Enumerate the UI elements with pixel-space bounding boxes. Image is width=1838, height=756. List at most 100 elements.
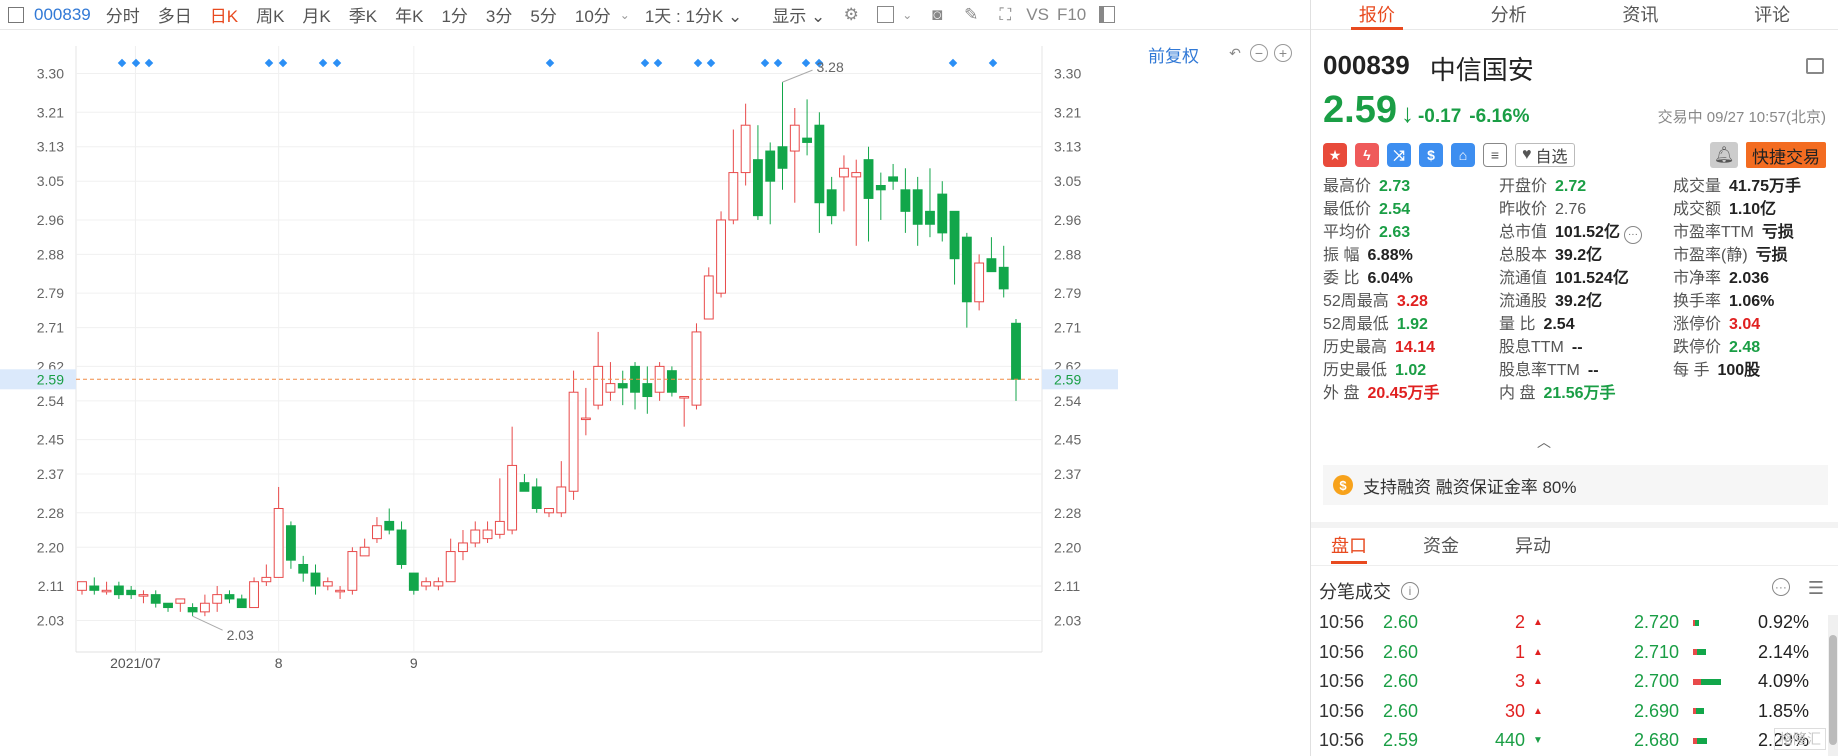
tag-icon[interactable]: ⌂ <box>1451 143 1475 167</box>
up-triangle-icon: ▲ <box>1533 705 1543 717</box>
stat-label: 开盘价 <box>1499 178 1548 195</box>
document-icon[interactable]: ≡ <box>1483 143 1507 167</box>
shuffle-icon[interactable]: ⤨ <box>1387 143 1411 167</box>
tab-orderbook[interactable]: 盘口 <box>1331 532 1367 564</box>
chevron-down-icon[interactable]: ⌄ <box>902 8 912 22</box>
chevron-down-icon[interactable]: ⌄ <box>620 8 630 22</box>
candle-body <box>384 520 395 531</box>
period-tab[interactable]: 分时 <box>97 2 149 27</box>
candle-body <box>789 124 800 152</box>
panel-tabs: 报价 分析 资讯 评论 <box>1311 0 1838 30</box>
checkbox-icon[interactable] <box>874 4 896 26</box>
period-tab[interactable]: 月K <box>293 2 339 27</box>
candle-body <box>519 482 530 492</box>
period-tab[interactable]: 季K <box>340 2 386 27</box>
tick-volume: 3 <box>1514 671 1525 692</box>
stat-item: 流通股 39.2亿 <box>1499 293 1673 311</box>
vs-button[interactable]: VS <box>1022 5 1053 25</box>
period-tab[interactable]: 年K <box>386 2 432 27</box>
more-icon[interactable]: ··· <box>1623 226 1642 244</box>
tick-row: 10:56 2.60 30 ▲ 2.690 1.85% <box>1311 697 1838 727</box>
tab-news[interactable]: 资讯 <box>1575 0 1707 29</box>
info-icon[interactable]: i <box>1401 582 1419 600</box>
ticks-list: 10:56 2.60 2 ▲ 2.720 0.92% 10:56 2.60 1 ▲ 2.710 2.1… <box>1311 608 1838 756</box>
event-marker-icon <box>332 58 342 68</box>
display-menu[interactable]: 显示 ⌄ <box>763 2 834 27</box>
candle-body <box>605 383 616 393</box>
tab-comments[interactable]: 评论 <box>1706 0 1838 29</box>
camera-icon[interactable]: ◙ <box>926 4 948 26</box>
candle-body <box>925 210 935 225</box>
stat-item: 振 幅 6.88% <box>1323 247 1499 265</box>
stat-label: 内 盘 <box>1499 385 1536 402</box>
period-tab[interactable]: 5分 <box>521 2 565 27</box>
sidebar-toggle-icon[interactable] <box>8 6 24 23</box>
event-marker-icon <box>264 58 274 68</box>
zoom-in-icon[interactable]: + <box>1274 44 1292 62</box>
list-icon[interactable]: ☰ <box>1808 578 1824 599</box>
more-icon[interactable]: ··· <box>1771 578 1790 596</box>
zoom-out-icon[interactable]: − <box>1250 44 1268 62</box>
stat-value: 2.48 <box>1729 339 1761 356</box>
max-price-label: 3.28 <box>817 59 844 75</box>
event-marker-icon <box>144 58 154 68</box>
panel-toggle-icon[interactable] <box>1096 4 1118 26</box>
stat-label: 总股本 <box>1499 247 1548 264</box>
china-flag-icon: ★ <box>1323 143 1347 167</box>
period-tabs: 分时 多日 日K 周K 月K 季K 年K 1分 3分 5分 10分 <box>97 2 620 27</box>
candle-body <box>273 507 284 578</box>
tab-analysis[interactable]: 分析 <box>1443 0 1575 29</box>
period-tab[interactable]: 3分 <box>477 2 521 27</box>
event-marker-icon <box>653 58 663 68</box>
period-tab[interactable]: 周K <box>247 2 293 27</box>
undo-icon[interactable]: ↶ <box>1226 44 1244 62</box>
pencil-icon[interactable]: ✎ <box>960 4 982 26</box>
event-marker-icon <box>278 58 288 68</box>
y-tick-label-right: 3.05 <box>1054 173 1081 189</box>
tab-quote[interactable]: 报价 <box>1311 0 1443 30</box>
stat-value: 2.54 <box>1379 201 1411 218</box>
ticks-header: 分笔成交 i <box>1319 578 1419 604</box>
kline-chart[interactable]: 2.03 2.03 2.11 2.11 2.20 2.20 2.28 2.28 2.37 2.37… <box>0 30 1310 756</box>
tab-funds[interactable]: 资金 <box>1423 532 1459 564</box>
stat-value: 20.45万手 <box>1367 385 1440 402</box>
range-select[interactable]: 1天 : 1分K ⌄ <box>636 2 751 27</box>
bell-icon[interactable]: 🔔︎ <box>1710 142 1738 168</box>
f10-button[interactable]: F10 <box>1053 5 1090 25</box>
fullscreen-icon[interactable]: ⛶ <box>994 4 1016 26</box>
watermark: 格隆汇 <box>1774 728 1826 750</box>
stat-item: 总市值 101.52亿 ··· <box>1499 224 1673 244</box>
scrollbar-thumb[interactable] <box>1829 635 1837 745</box>
tick-price: 2.60 <box>1383 612 1419 633</box>
y-tick-label-left: 2.96 <box>37 212 64 228</box>
candle-body <box>703 275 714 320</box>
volume-percent: 1.85% <box>1757 700 1809 721</box>
tab-movement[interactable]: 异动 <box>1515 532 1551 564</box>
candle-body <box>507 464 518 531</box>
tick-row: 10:56 2.60 3 ▲ 2.700 4.09% <box>1311 667 1838 697</box>
tick-volume: 1 <box>1514 641 1525 662</box>
dollar-icon[interactable]: $ <box>1419 143 1443 167</box>
period-tab[interactable]: 1分 <box>432 2 476 27</box>
quick-trade-button[interactable]: 快捷交易 <box>1746 142 1826 168</box>
settings-icon[interactable]: ⚙ <box>840 4 862 26</box>
price-change: -0.17 <box>1417 106 1462 127</box>
menu-icon[interactable] <box>1806 58 1824 74</box>
period-tab[interactable]: 10分 <box>566 2 620 27</box>
add-watchlist-button[interactable]: ♥ 自选 <box>1515 143 1575 167</box>
adjustment-button[interactable]: 前复权 <box>1148 42 1199 67</box>
y-tick-label-right: 2.96 <box>1054 212 1081 228</box>
event-marker-icon <box>117 58 127 68</box>
stat-item: 股息率TTM -- <box>1499 362 1673 380</box>
min-pointer <box>192 615 223 631</box>
margin-text: 支持融资 融资保证金率 80% <box>1363 477 1577 497</box>
scrollbar[interactable] <box>1828 615 1838 756</box>
period-tab[interactable]: 日K <box>201 2 247 27</box>
lightning-icon[interactable]: ϟ <box>1355 143 1379 167</box>
y-tick-label-left: 3.05 <box>37 173 64 189</box>
period-tab[interactable]: 多日 <box>149 2 201 27</box>
stat-label: 流通股 <box>1499 293 1548 310</box>
candle-body <box>666 370 677 393</box>
tick-volume: 2 <box>1514 612 1525 633</box>
collapse-icon[interactable]: ︿ <box>1537 432 1551 450</box>
